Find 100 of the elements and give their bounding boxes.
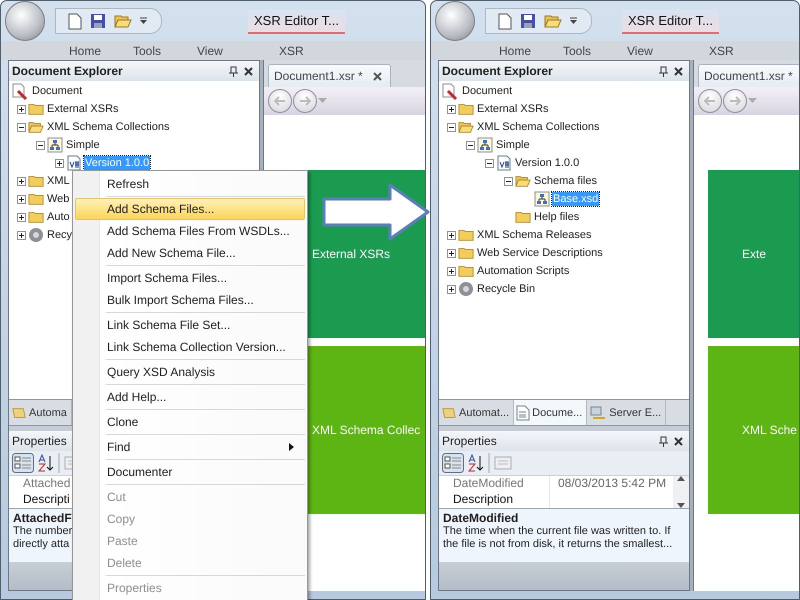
tree-item[interactable]: XML Schema Collections [46, 120, 170, 134]
categorized-icon[interactable] [12, 453, 34, 473]
left-arrow-icon [274, 96, 286, 106]
recycle-bin-icon [28, 227, 44, 243]
tree-item[interactable]: Document [461, 84, 514, 98]
pin-icon[interactable] [229, 66, 238, 76]
menu-tab[interactable]: View [627, 44, 691, 58]
pin-icon[interactable] [659, 66, 668, 76]
new-file-icon[interactable] [68, 12, 82, 30]
open-folder-icon[interactable] [544, 13, 562, 29]
open-folder-icon[interactable] [114, 13, 132, 29]
panel-title: Properties [442, 434, 497, 448]
expand-toggle[interactable] [17, 212, 26, 222]
window-title: XSR Editor T... [622, 8, 719, 34]
expand-toggle[interactable] [17, 230, 26, 240]
tree-item[interactable]: Recy [46, 228, 74, 242]
expand-toggle[interactable] [447, 248, 456, 258]
expand-toggle[interactable] [55, 158, 64, 168]
new-file-icon[interactable] [498, 12, 512, 30]
window-title: XSR Editor T... [248, 8, 345, 34]
menu-tab[interactable]: Home [499, 44, 563, 58]
tree-item[interactable]: External XSRs [46, 102, 120, 116]
folder-icon [458, 228, 474, 242]
back-button[interactable] [698, 89, 722, 113]
close-icon[interactable] [244, 66, 253, 76]
categorized-icon[interactable] [442, 453, 464, 473]
expand-toggle[interactable] [17, 104, 26, 114]
help-title: AttachedF [13, 511, 72, 525]
save-icon[interactable] [90, 13, 106, 29]
open-folder-icon [458, 120, 474, 134]
menu-tab[interactable]: Home [69, 44, 133, 58]
open-folder-icon [515, 174, 531, 188]
back-button[interactable] [268, 89, 292, 113]
expand-toggle[interactable] [447, 104, 456, 114]
expand-toggle[interactable] [17, 194, 26, 204]
tree-item[interactable]: Schema files [533, 174, 598, 188]
sort-alphabetical-icon[interactable] [468, 454, 484, 472]
tree-item[interactable]: Simple [65, 138, 101, 152]
expand-toggle[interactable] [447, 266, 456, 276]
menu-tab[interactable]: XSR [279, 44, 343, 58]
forward-button[interactable] [293, 89, 317, 113]
dropdown-icon[interactable] [570, 17, 577, 25]
dropdown-icon[interactable] [140, 17, 147, 25]
navigation-tile[interactable]: Exte [708, 170, 799, 338]
tree-item[interactable]: Recycle Bin [476, 282, 536, 296]
pin-icon[interactable] [659, 436, 668, 446]
property-value: 08/03/2013 5:42 PM [558, 476, 666, 490]
folder-icon [28, 210, 44, 224]
menu-tab[interactable]: View [197, 44, 261, 58]
help-text: The time when the current file was written to. If [443, 525, 670, 538]
tree-item[interactable]: XML Schema Collections [476, 120, 600, 134]
tree-item[interactable]: External XSRs [476, 102, 550, 116]
expand-toggle[interactable] [447, 284, 456, 294]
collapse-toggle[interactable] [485, 158, 494, 168]
tree-item[interactable]: Auto [46, 210, 71, 224]
tree-item[interactable]: XML [46, 174, 71, 188]
tree-item[interactable]: Simple [495, 138, 531, 152]
right-arrow-icon [729, 96, 741, 106]
panel-tab[interactable]: Automa [9, 400, 72, 425]
collapse-toggle[interactable] [36, 140, 45, 150]
save-icon[interactable] [520, 13, 536, 29]
collapse-toggle[interactable] [447, 122, 456, 132]
collapse-toggle[interactable] [466, 140, 475, 150]
panel-title: Properties [12, 434, 67, 448]
collapse-toggle[interactable] [504, 176, 513, 186]
scrollbar[interactable] [673, 476, 689, 508]
panel-title: Document Explorer [442, 64, 553, 78]
toolbar-separator-icon [58, 453, 60, 473]
document-tab[interactable]: Document1.xsr * [268, 64, 391, 87]
tree-item[interactable]: Document [31, 84, 84, 98]
menu-tab[interactable]: XSR [709, 44, 773, 58]
app-logo-button[interactable] [5, 1, 45, 41]
tree-item[interactable]: Help files [533, 210, 580, 224]
sort-alphabetical-icon[interactable] [38, 454, 54, 472]
app-logo-button[interactable] [435, 1, 475, 41]
menu-item[interactable]: Add Schema Files... [75, 198, 305, 220]
right-arrow-icon [299, 96, 311, 106]
tree-item[interactable]: Web [46, 192, 70, 206]
menu-tab[interactable]: Tools [563, 44, 627, 58]
panel-tab[interactable]: Docume... [514, 400, 588, 425]
collapse-toggle[interactable] [17, 122, 26, 132]
expand-toggle[interactable] [17, 176, 26, 186]
tree-item[interactable]: XML Schema Releases [476, 228, 593, 242]
close-icon[interactable] [674, 436, 683, 446]
close-icon[interactable] [372, 72, 382, 80]
toolbar-separator-icon [488, 453, 490, 473]
folder-icon [28, 192, 44, 206]
open-folder-icon [28, 120, 44, 134]
panel-tab[interactable]: Server E... [587, 400, 666, 425]
forward-button[interactable] [723, 89, 747, 113]
expand-toggle[interactable] [447, 230, 456, 240]
tree-item[interactable]: Version 1.0.0 [514, 156, 580, 170]
left-arrow-icon [704, 96, 716, 106]
hierarchy-icon [47, 137, 63, 153]
close-icon[interactable] [674, 66, 683, 76]
menu-tab[interactable]: Tools [133, 44, 197, 58]
folder-icon [515, 210, 531, 224]
tree-item[interactable]: Automation Scripts [476, 264, 570, 278]
tree-item[interactable]: Web Service Descriptions [476, 246, 604, 260]
document-tab[interactable]: Document1.xsr * [698, 64, 799, 87]
